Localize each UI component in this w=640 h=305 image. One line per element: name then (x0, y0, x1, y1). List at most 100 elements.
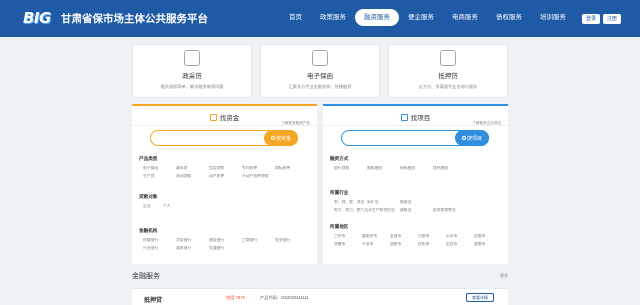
filter-tag[interactable]: 天水市 (446, 234, 474, 239)
filter-tag[interactable]: 银行贷款 (334, 166, 367, 171)
filter-tag[interactable]: 招商银行 (143, 238, 176, 243)
financing-method-tags: 银行贷款 股权融资 债权融资 信托融资 (334, 166, 504, 171)
industry-tags: 农、林、牧、渔业 采矿业 制造业 电力、热力、燃气及水生产和供应业 建筑业 批发… (334, 200, 504, 213)
region-tags: 兰州市 嘉峪关市 金昌市 白银市 天水市 武威市 张掖市 平凉市 酒泉市 庆阳市… (334, 234, 504, 247)
panel-title-text: 找项目 (410, 115, 431, 122)
institution-tags: 招商银行 华夏银行 建设银行 工商银行 农业银行 兴业银行 浦发银行 交通银行 (143, 238, 313, 251)
logo-text: BIG (23, 9, 51, 27)
filter-tag[interactable]: 生产贷 (143, 174, 176, 179)
register-button[interactable]: 注册 (603, 14, 622, 24)
section-heading: 金融服务 (132, 273, 160, 280)
site-title: 甘肃省保市场主体公共服务平台 (61, 13, 208, 25)
more-products-link[interactable]: 了解更多融资产品 (281, 121, 310, 126)
logo[interactable]: BIG (23, 6, 57, 30)
filter-tag[interactable]: 动产质押 (209, 174, 242, 179)
filter-tag[interactable]: 不动产抵押贷款 (242, 174, 292, 179)
panel-header: 找项目 了解更多企业项目 (323, 106, 508, 126)
filter-tag[interactable]: 武威市 (474, 234, 502, 239)
card-desc: 全方位、多渠道专业咨询与服务 (418, 84, 478, 89)
card-mortgage-loan[interactable]: 抵押贷 全方位、多渠道专业咨询与服务 (388, 44, 508, 98)
service-cards: 政采贷 融资流程简单，解决融资难得问题 电子保函 汇聚多方专业金融机构、快捷融资… (132, 44, 508, 98)
card-title: 政采贷 (182, 73, 202, 80)
filter-tag[interactable]: 工商银行 (242, 238, 275, 243)
filter-tag[interactable]: 兴业银行 (143, 246, 176, 251)
document-icon (184, 50, 200, 66)
section-title: 产品类型 (139, 156, 158, 161)
projects-icon (400, 114, 408, 121)
nav-enterprise[interactable]: 便企服务 (399, 9, 443, 26)
filter-tag[interactable]: 采矿业 (367, 200, 400, 205)
panel-header: 找资金 了解更多融资产品 (132, 106, 317, 126)
search-button-label: 搜项目 (466, 135, 482, 142)
filter-tag[interactable]: 浦发银行 (176, 246, 209, 251)
filter-tag[interactable]: 兰州市 (334, 234, 362, 239)
nav-home[interactable]: 首页 (280, 9, 311, 26)
card-electronic-guarantee[interactable]: 电子保函 汇聚多方专业金融机构、快捷融资 (260, 44, 380, 98)
find-funds-panel: 找资金 了解更多融资产品 搜资金 产品类型 电子保函 政采贷 信用贷款 专利质押… (132, 104, 317, 264)
filter-tag[interactable]: 酒泉市 (390, 242, 418, 247)
find-projects-panel: 找项目 了解更多企业项目 搜项目 融资方式 银行贷款 股权融资 债权融资 信托融… (323, 104, 508, 264)
filter-tag[interactable]: 信用贷款 (209, 166, 242, 171)
card-title: 抵押贷 (438, 73, 458, 80)
filter-tag[interactable]: 定西市 (446, 242, 474, 247)
filter-tag[interactable]: 张掖市 (334, 242, 362, 247)
section-title: 所属地区 (330, 224, 349, 229)
filter-tag[interactable]: 金昌市 (390, 234, 418, 239)
nav-training[interactable]: 培训服务 (531, 9, 575, 26)
projects-search-input[interactable]: 搜项目 (341, 130, 489, 146)
filter-tag[interactable]: 电子保函 (143, 166, 176, 171)
nav-ecommerce[interactable]: 电商服务 (443, 9, 487, 26)
product-code: 产品代码：GS2020111111 (260, 295, 309, 300)
filter-tag[interactable]: 建设银行 (209, 238, 242, 243)
filter-tag[interactable]: 嘉峪关市 (362, 234, 390, 239)
filter-tag[interactable]: 农业银行 (275, 238, 308, 243)
search-icon (461, 136, 466, 140)
filter-tag[interactable]: 商标质押 (275, 166, 308, 171)
loan-target-tags: 企业 个人 (143, 204, 313, 209)
card-desc: 汇聚多方专业金融机构、快捷融资 (288, 84, 352, 89)
card-zhengcaidai[interactable]: 政采贷 融资流程简单，解决融资难得问题 (132, 44, 252, 98)
section-title: 融资方式 (330, 156, 349, 161)
view-details-button[interactable]: 查看详情 (466, 293, 494, 302)
filter-tag[interactable]: 平凉市 (362, 242, 390, 247)
filter-tag[interactable]: 批发和零售业 (433, 208, 466, 213)
filter-tag[interactable]: 制造业 (400, 200, 500, 205)
search-projects-button[interactable]: 搜项目 (455, 130, 489, 146)
filter-tag[interactable]: 专利质押 (242, 166, 275, 171)
filter-tag[interactable]: 建筑业 (400, 208, 433, 213)
search-icon (270, 136, 275, 140)
auth-buttons: 登录 注册 (582, 14, 622, 24)
nav-debt[interactable]: 债权服务 (487, 9, 531, 26)
filter-tag[interactable]: 交通银行 (209, 246, 242, 251)
filter-tag[interactable]: 债权融资 (400, 166, 433, 171)
top-header: BIG 甘肃省保市场主体公共服务平台 首页 政策服务 融资服务 便企服务 电商服… (0, 0, 640, 37)
filter-tag[interactable]: 农、林、牧、渔业 (334, 200, 367, 205)
filter-tag[interactable]: 企业 (143, 204, 163, 209)
more-link[interactable]: 更多 (500, 273, 508, 279)
filter-tag[interactable]: 股权融资 (367, 166, 400, 171)
filter-tag[interactable]: 华夏银行 (176, 238, 209, 243)
section-title: 所属行业 (330, 190, 349, 195)
main-nav: 首页 政策服务 融资服务 便企服务 电商服务 债权服务 培训服务 (280, 9, 575, 26)
finance-product-row: 抵押贷 热度 7879 产品代码：GS2020111111 查看详情 (132, 288, 508, 305)
filter-tag[interactable]: 政采贷 (176, 166, 209, 171)
section-title: 贷款对象 (139, 194, 158, 199)
login-button[interactable]: 登录 (582, 14, 601, 24)
filter-tag[interactable]: 白银市 (418, 234, 446, 239)
filter-tag[interactable]: 个人 (163, 204, 183, 209)
search-funds-button[interactable]: 搜资金 (264, 130, 298, 146)
filter-tag[interactable]: 电力、热力、燃气及水生产和供应业 (334, 208, 400, 213)
filter-tag[interactable]: 庆阳市 (418, 242, 446, 247)
funds-search-input[interactable]: 搜资金 (150, 130, 298, 146)
nav-finance[interactable]: 融资服务 (355, 9, 399, 26)
filter-tag[interactable]: 流动贷款 (176, 174, 209, 179)
card-desc: 融资流程简单，解决融资难得问题 (160, 84, 224, 89)
panel-title-text: 找资金 (219, 115, 240, 122)
card-title: 电子保函 (307, 73, 333, 80)
mortgage-icon (440, 50, 456, 66)
more-projects-link[interactable]: 了解更多企业项目 (472, 121, 501, 126)
search-button-label: 搜资金 (275, 135, 291, 142)
nav-policy[interactable]: 政策服务 (311, 9, 355, 26)
filter-tag[interactable]: 陇南市 (474, 242, 502, 247)
filter-tag[interactable]: 信托融资 (433, 166, 466, 171)
